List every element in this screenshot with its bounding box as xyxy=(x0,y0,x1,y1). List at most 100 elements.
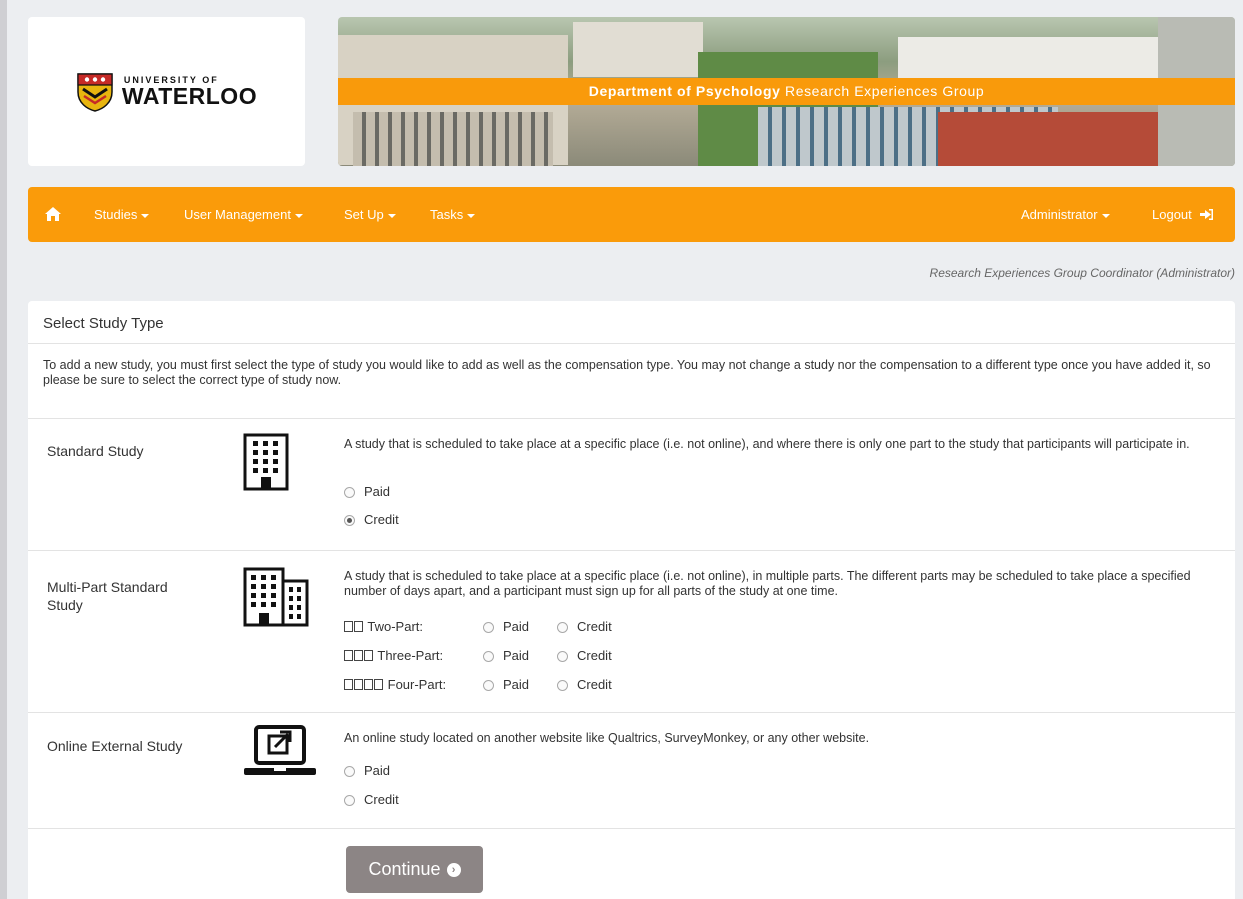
part-mini-icon xyxy=(354,650,363,661)
nav-logout[interactable]: Logout xyxy=(1152,187,1214,242)
three-part-paid-option[interactable]: Paid xyxy=(483,647,529,665)
three-part-paid-label: Paid xyxy=(503,648,530,663)
four-part-paid-label: Paid xyxy=(503,677,530,692)
online-study-row: Online External Study An online study lo… xyxy=(28,712,1235,829)
part-mini-icon xyxy=(344,621,353,632)
crest-icon xyxy=(77,72,113,112)
caret-down-icon xyxy=(141,213,150,218)
caret-down-icon xyxy=(467,213,476,218)
online-study-description: An online study located on another websi… xyxy=(344,731,870,745)
banner-dept-rest: Research Experiences Group xyxy=(780,83,985,99)
standard-study-title: Standard Study xyxy=(47,443,144,459)
four-part-credit-option[interactable]: Credit xyxy=(557,676,612,694)
three-part-credit-option[interactable]: Credit xyxy=(557,647,612,665)
two-part-paid-radio[interactable] xyxy=(483,622,494,633)
three-part-row: Three-Part: xyxy=(344,647,443,665)
home-icon-glyph xyxy=(45,207,61,221)
two-part-paid-label: Paid xyxy=(503,619,530,634)
four-part-paid-option[interactable]: Paid xyxy=(483,676,529,694)
two-part-credit-option[interactable]: Credit xyxy=(557,618,612,636)
standard-credit-label: Credit xyxy=(364,512,399,527)
online-study-title: Online External Study xyxy=(47,738,183,754)
building-icon xyxy=(243,433,289,491)
logo-waterloo: WATERLOO xyxy=(121,82,258,109)
standard-paid-option[interactable]: Paid xyxy=(344,483,390,501)
standard-credit-radio[interactable] xyxy=(344,515,355,526)
four-part-label: Four-Part: xyxy=(387,677,447,692)
home-icon[interactable] xyxy=(45,187,61,242)
part-mini-icon xyxy=(344,679,353,690)
multipart-study-title: Multi-Part Standard Study xyxy=(47,579,168,613)
campus-banner: Department of Psychology Research Experi… xyxy=(338,17,1235,166)
part-mini-icon xyxy=(354,621,363,632)
continue-row xyxy=(28,828,1235,899)
nav-administrator[interactable]: Administrator xyxy=(1021,187,1110,242)
four-part-credit-radio[interactable] xyxy=(557,680,568,691)
logout-icon xyxy=(1200,209,1214,220)
nav-administrator-label: Administrator xyxy=(1021,207,1098,222)
standard-paid-radio[interactable] xyxy=(344,487,355,498)
panel-title: Select Study Type xyxy=(28,301,1235,344)
continue-label: Continue xyxy=(368,859,441,879)
part-mini-icon xyxy=(354,679,363,690)
online-paid-radio[interactable] xyxy=(344,766,355,777)
two-part-credit-radio[interactable] xyxy=(557,622,568,633)
nav-logout-label: Logout xyxy=(1152,207,1192,222)
banner-building xyxy=(898,37,1158,82)
banner-building xyxy=(938,112,1158,166)
two-part-credit-label: Credit xyxy=(577,619,612,634)
three-part-credit-radio[interactable] xyxy=(557,651,568,662)
chevron-right-circle-icon: › xyxy=(446,862,461,877)
nav-tasks[interactable]: Tasks xyxy=(430,187,476,242)
part-mini-icon xyxy=(364,679,373,690)
three-part-paid-radio[interactable] xyxy=(483,651,494,662)
online-credit-label: Credit xyxy=(364,792,399,807)
nav-studies-label: Studies xyxy=(94,207,138,222)
header: UNIVERSITY OF WATERLOO Department of Psy… xyxy=(28,17,1235,166)
nav-user-management[interactable]: User Management xyxy=(184,187,303,242)
multipart-study-description: A study that is scheduled to take place … xyxy=(344,569,1191,598)
four-part-row: Four-Part: xyxy=(344,676,446,694)
main-navbar: Studies User Management Set Up Tasks Adm… xyxy=(28,187,1235,242)
multipart-study-row: Multi-Part Standard Study A study that i… xyxy=(28,550,1235,713)
online-paid-option[interactable]: Paid xyxy=(344,762,390,780)
logo-box: UNIVERSITY OF WATERLOO xyxy=(28,17,305,166)
left-rail xyxy=(0,0,7,899)
banner-title: Department of Psychology Research Experi… xyxy=(338,78,1235,105)
nav-studies[interactable]: Studies xyxy=(94,187,150,242)
banner-building xyxy=(573,22,703,77)
caret-down-icon xyxy=(387,213,396,218)
caret-down-icon xyxy=(294,213,303,218)
user-role-line: Research Experiences Group Coordinator (… xyxy=(929,266,1235,280)
online-paid-label: Paid xyxy=(364,763,391,778)
nav-set-up-label: Set Up xyxy=(344,207,384,222)
online-credit-option[interactable]: Credit xyxy=(344,791,399,809)
buildings-icon xyxy=(243,567,309,627)
part-mini-icon xyxy=(374,679,383,690)
nav-user-management-label: User Management xyxy=(184,207,291,222)
four-part-paid-radio[interactable] xyxy=(483,680,494,691)
three-part-credit-label: Credit xyxy=(577,648,612,663)
four-part-credit-label: Credit xyxy=(577,677,612,692)
part-mini-icon xyxy=(364,650,373,661)
banner-dept-bold: Department of Psychology xyxy=(588,83,781,99)
continue-button[interactable]: Continue › xyxy=(346,846,483,893)
university-logo[interactable]: UNIVERSITY OF WATERLOO xyxy=(76,72,257,112)
nav-tasks-label: Tasks xyxy=(430,207,464,222)
standard-study-description: A study that is scheduled to take place … xyxy=(344,437,1190,451)
standard-study-row: Standard Study A study that is scheduled… xyxy=(28,418,1235,551)
three-part-label: Three-Part: xyxy=(377,648,444,663)
laptop-external-link-icon xyxy=(244,725,316,775)
standard-credit-option[interactable]: Credit xyxy=(344,511,399,529)
nav-set-up[interactable]: Set Up xyxy=(344,187,396,242)
intro-text: To add a new study, you must first selec… xyxy=(43,358,1211,387)
standard-paid-label: Paid xyxy=(364,484,391,499)
study-type-panel: Select Study Type To add a new study, yo… xyxy=(28,301,1235,899)
banner-building xyxy=(353,112,553,166)
two-part-row: Two-Part: xyxy=(344,618,423,636)
online-credit-radio[interactable] xyxy=(344,795,355,806)
part-mini-icon xyxy=(344,650,353,661)
caret-down-icon xyxy=(1101,213,1110,218)
two-part-paid-option[interactable]: Paid xyxy=(483,618,529,636)
two-part-label: Two-Part: xyxy=(367,619,424,634)
